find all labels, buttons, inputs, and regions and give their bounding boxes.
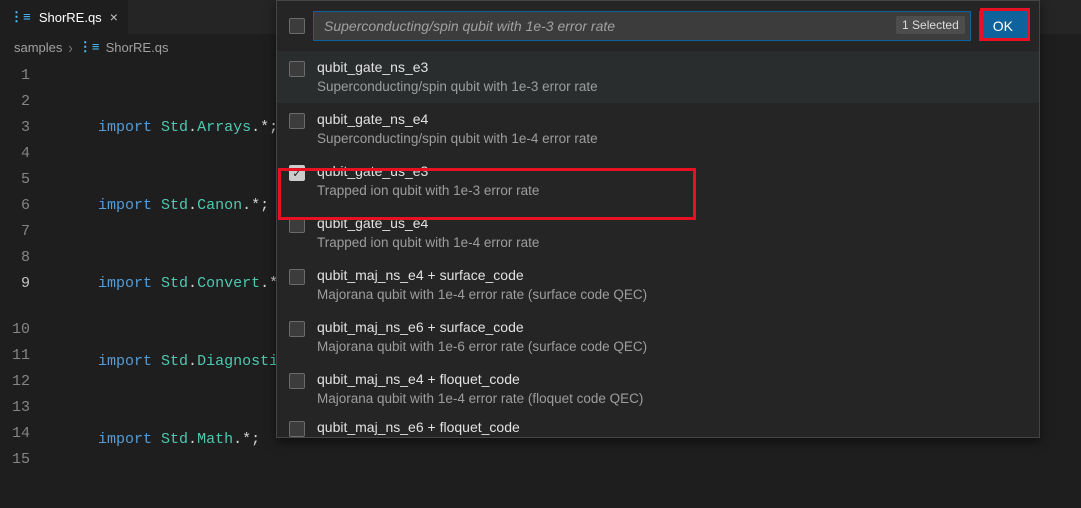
quick-pick: 1 Selected OK qubit_gate_ns_e3Supercondu… xyxy=(276,0,1040,438)
item-description: Superconducting/spin qubit with 1e-3 err… xyxy=(317,77,598,97)
qs-file-icon: ⋮≡ xyxy=(10,10,31,25)
item-checkbox[interactable] xyxy=(289,421,305,437)
item-checkbox[interactable] xyxy=(289,113,305,129)
breadcrumb-file[interactable]: ShorRE.qs xyxy=(106,40,169,55)
item-label: qubit_maj_ns_e6 + floquet_code xyxy=(317,417,520,437)
select-all-checkbox[interactable] xyxy=(289,18,305,34)
quick-pick-list[interactable]: qubit_gate_ns_e3Superconducting/spin qub… xyxy=(277,51,1039,437)
item-description: Majorana qubit with 1e-6 error rate (sur… xyxy=(317,337,647,357)
editor-tab[interactable]: ⋮≡ ShorRE.qs × xyxy=(0,0,128,34)
item-label: qubit_maj_ns_e4 + surface_code xyxy=(317,265,647,285)
quick-pick-item[interactable]: qubit_maj_ns_e6 + floquet_code xyxy=(277,415,1039,437)
quick-pick-item[interactable]: qubit_maj_ns_e4 + surface_codeMajorana q… xyxy=(277,259,1039,311)
item-checkbox[interactable] xyxy=(289,321,305,337)
item-label: qubit_gate_us_e3 xyxy=(317,161,539,181)
close-tab-icon[interactable]: × xyxy=(110,9,118,25)
quick-pick-item[interactable]: qubit_gate_ns_e4Superconducting/spin qub… xyxy=(277,103,1039,155)
item-label: qubit_gate_us_e4 xyxy=(317,213,539,233)
selection-count-badge: 1 Selected xyxy=(896,16,965,34)
item-checkbox[interactable] xyxy=(289,373,305,389)
item-checkbox[interactable] xyxy=(289,269,305,285)
breadcrumb-root[interactable]: samples xyxy=(14,40,62,55)
quick-pick-item[interactable]: qubit_gate_us_e4Trapped ion qubit with 1… xyxy=(277,207,1039,259)
quick-pick-item[interactable]: qubit_maj_ns_e6 + surface_codeMajorana q… xyxy=(277,311,1039,363)
item-checkbox[interactable] xyxy=(289,165,305,181)
item-description: Majorana qubit with 1e-4 error rate (sur… xyxy=(317,285,647,305)
chevron-right-icon: › xyxy=(68,38,72,56)
item-description: Majorana qubit with 1e-4 error rate (flo… xyxy=(317,389,643,409)
quick-pick-item[interactable]: qubit_gate_ns_e3Superconducting/spin qub… xyxy=(277,51,1039,103)
quick-pick-header: 1 Selected OK xyxy=(277,1,1039,51)
item-label: qubit_gate_ns_e3 xyxy=(317,57,598,77)
item-label: qubit_maj_ns_e6 + surface_code xyxy=(317,317,647,337)
item-checkbox[interactable] xyxy=(289,61,305,77)
item-description: Superconducting/spin qubit with 1e-4 err… xyxy=(317,129,598,149)
tab-filename: ShorRE.qs xyxy=(39,10,102,25)
quick-pick-input[interactable] xyxy=(313,11,971,41)
item-checkbox[interactable] xyxy=(289,217,305,233)
quick-pick-item[interactable]: qubit_gate_us_e3Trapped ion qubit with 1… xyxy=(277,155,1039,207)
item-label: qubit_maj_ns_e4 + floquet_code xyxy=(317,369,643,389)
quick-pick-item[interactable]: qubit_maj_ns_e4 + floquet_codeMajorana q… xyxy=(277,363,1039,415)
ok-button[interactable]: OK xyxy=(979,11,1027,41)
line-gutter: 123 456 78 9 101112 131415 xyxy=(0,63,48,473)
item-description: Trapped ion qubit with 1e-4 error rate xyxy=(317,233,539,253)
qs-file-icon: ⋮≡ xyxy=(79,40,100,55)
item-label: qubit_gate_ns_e4 xyxy=(317,109,598,129)
item-description: Trapped ion qubit with 1e-3 error rate xyxy=(317,181,539,201)
